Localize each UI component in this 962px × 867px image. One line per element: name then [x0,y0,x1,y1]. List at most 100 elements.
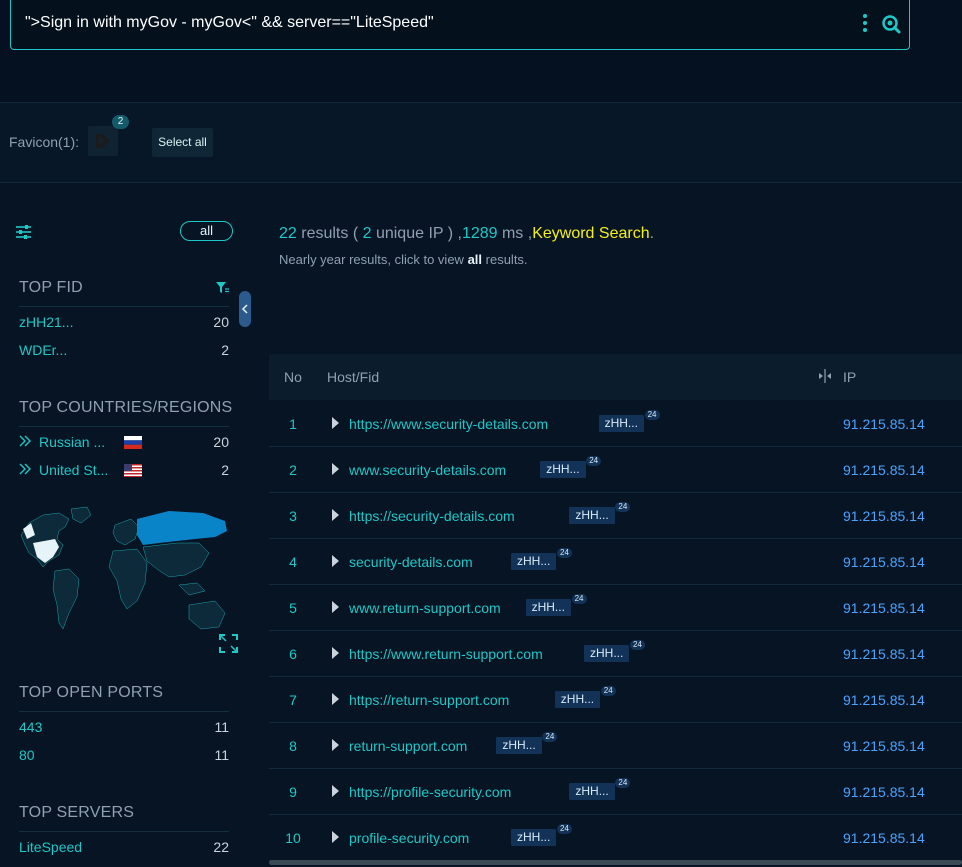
row-number: 10 [285,830,301,846]
ip-link[interactable]: 91.215.85.14 [843,646,925,662]
double-chevron-right-icon [19,463,31,475]
expand-row-icon[interactable] [332,785,339,797]
table-row[interactable]: 3 https://security-details.com zHH... 24 91.… [269,493,962,539]
country-item-label[interactable]: United St... [39,462,108,478]
port-item-label[interactable]: 443 [19,719,42,735]
favicon-bar [0,103,962,182]
row-number: 7 [289,692,297,708]
table-row[interactable]: 9 https://profile-security.com zHH... 24 91.… [269,769,962,815]
results-note: Nearly year results, click to view all r… [279,252,528,267]
unique-ip-count: 2 [362,225,372,242]
expand-row-icon[interactable] [332,693,339,705]
host-link[interactable]: www.return-support.com [349,600,501,616]
ip-link[interactable]: 91.215.85.14 [843,830,925,846]
fid-badge[interactable]: zHH... [511,553,557,570]
table-row[interactable]: 4 security-details.com zHH... 24 91.215.85.1… [269,539,962,585]
ip-link[interactable]: 91.215.85.14 [843,692,925,708]
settings-sliders-icon[interactable] [16,225,31,239]
section-divider [19,711,229,712]
fid-count-badge: 24 [644,410,660,420]
ip-link[interactable]: 91.215.85.14 [843,784,925,800]
fid-badge[interactable]: zHH... [598,415,644,432]
search-icon[interactable] [881,14,901,34]
fid-item-label[interactable]: zHH21... [19,314,73,330]
top-ports-title: TOP OPEN PORTS [19,684,164,701]
row-number: 4 [289,554,297,570]
host-link[interactable]: https://profile-security.com [349,784,511,800]
fid-item-count: 20 [213,314,229,330]
fid-count-badge: 24 [600,686,616,696]
section-divider [19,831,229,832]
country-item-count: 2 [221,462,229,478]
host-link[interactable]: www.security-details.com [349,462,506,478]
table-row[interactable]: 10 profile-security.com zHH... 24 91.215.85.… [269,815,962,861]
column-resize-icon[interactable] [818,369,832,383]
fid-badge[interactable]: zHH... [496,737,542,754]
port-item-count: 11 [214,747,229,763]
server-item-count: 22 [213,839,229,855]
table-row[interactable]: 1 https://www.security-details.com zHH... 2… [269,401,962,447]
host-link[interactable]: https://www.return-support.com [349,646,543,662]
ip-link[interactable]: 91.215.85.14 [843,600,925,616]
world-map[interactable] [19,505,231,655]
filter-icon[interactable] [216,281,229,294]
ip-link[interactable]: 91.215.85.14 [843,462,925,478]
top-countries-title: TOP COUNTRIES/REGIONS [19,399,233,416]
table-row[interactable]: 7 https://return-support.com zHH... 24 91.21… [269,677,962,723]
host-link[interactable]: https://www.security-details.com [349,416,548,432]
server-item-label[interactable]: LiteSpeed [19,839,82,855]
favicon-count-badge: 2 [112,115,129,129]
search-input[interactable]: ">Sign in with myGov - myGov<" && server… [25,14,434,32]
table-row[interactable]: 8 return-support.com zHH... 24 91.215.85.14 [269,723,962,769]
more-options-icon[interactable] [863,14,869,36]
table-row[interactable]: 2 www.security-details.com zHH... 24 91.215.… [269,447,962,493]
fid-badge[interactable]: zHH... [525,599,571,616]
fid-badge[interactable]: zHH... [569,507,615,524]
expand-row-icon[interactable] [332,647,339,659]
fid-badge[interactable]: zHH... [540,461,586,478]
all-toggle-button[interactable]: all [180,221,233,241]
fid-item-label[interactable]: WDEr... [19,342,67,358]
search-box[interactable]: ">Sign in with myGov - myGov<" && server… [10,0,910,50]
usa-flag-icon [124,464,142,477]
expand-row-icon[interactable] [332,463,339,475]
collapse-sidebar-button[interactable] [239,291,251,327]
port-item-label[interactable]: 80 [19,747,35,763]
host-link[interactable]: profile-security.com [349,830,469,846]
host-link[interactable]: security-details.com [349,554,473,570]
table-row[interactable]: 5 www.return-support.com zHH... 24 91.215.85… [269,585,962,631]
table-row[interactable]: 6 https://www.return-support.com zHH... 24 9… [269,631,962,677]
unique-ip-word: unique IP ) , [371,225,462,242]
ip-link[interactable]: 91.215.85.14 [843,416,925,432]
top-fid-title: TOP FID [19,279,83,296]
country-item-count: 20 [213,434,229,450]
fid-count-badge: 24 [615,502,631,512]
fid-badge[interactable]: zHH... [569,783,615,800]
expand-row-icon[interactable] [332,601,339,613]
host-link[interactable]: https://security-details.com [349,508,515,524]
country-item-label[interactable]: Russian ... [39,434,105,450]
fid-count-badge: 24 [557,548,572,558]
expand-row-icon[interactable] [332,555,339,567]
host-link[interactable]: return-support.com [349,738,467,754]
expand-row-icon[interactable] [332,509,339,521]
ip-link[interactable]: 91.215.85.14 [843,554,925,570]
select-all-button[interactable]: Select all [152,128,213,157]
fid-badge[interactable]: zHH... [511,829,557,846]
results-count: 22 [279,225,297,242]
horizontal-scrollbar[interactable] [269,860,962,865]
row-number: 3 [289,508,297,524]
ip-link[interactable]: 91.215.85.14 [843,508,925,524]
expand-row-icon[interactable] [332,417,339,429]
fid-badge[interactable]: zHH... [584,645,630,662]
expand-row-icon[interactable] [332,739,339,751]
ip-link[interactable]: 91.215.85.14 [843,738,925,754]
favicon-thumbnail[interactable] [88,126,118,156]
host-link[interactable]: https://return-support.com [349,692,509,708]
fid-count-badge: 24 [557,824,572,834]
view-all-link[interactable]: all [468,252,482,267]
expand-row-icon[interactable] [332,831,339,843]
fid-count-badge: 24 [542,732,558,742]
expand-icon[interactable] [219,634,238,653]
fid-badge[interactable]: zHH... [554,691,601,708]
